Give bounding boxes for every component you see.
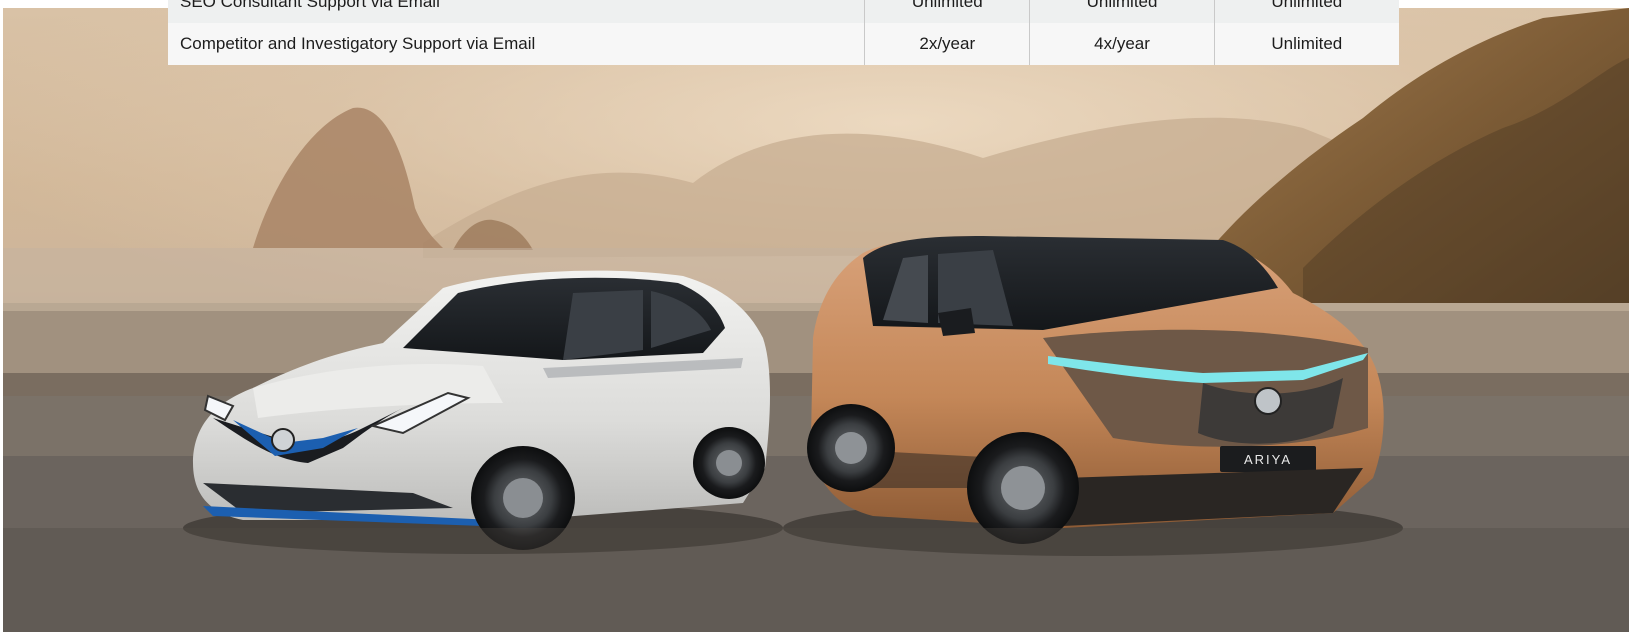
table-row: SEO Consultant Support via Email Unlimit…	[168, 0, 1399, 23]
plan-cell: Unlimited	[1029, 0, 1215, 23]
plan-cell: 2x/year	[864, 23, 1031, 65]
feature-cell: Competitor and Investigatory Support via…	[168, 23, 866, 65]
table-row: Competitor and Investigatory Support via…	[168, 23, 1399, 65]
hero-image: ARIYA	[3, 8, 1629, 632]
plan-cell: 4x/year	[1029, 23, 1215, 65]
plan-cell: Unlimited	[1214, 0, 1399, 23]
plan-cell: Unlimited	[1214, 23, 1399, 65]
feature-comparison-table: SEO Consultant Support via Email Unlimit…	[168, 0, 1399, 65]
guard-wall-top	[3, 303, 1629, 311]
sea-stack	[253, 107, 443, 248]
feature-cell: SEO Consultant Support via Email	[168, 0, 866, 23]
nissan-logo	[1254, 387, 1282, 415]
plan-cell: Unlimited	[864, 0, 1031, 23]
hero-scene: ARIYA	[3, 8, 1629, 632]
plate-text: ARIYA	[1244, 452, 1292, 467]
nissan-logo	[271, 428, 295, 452]
